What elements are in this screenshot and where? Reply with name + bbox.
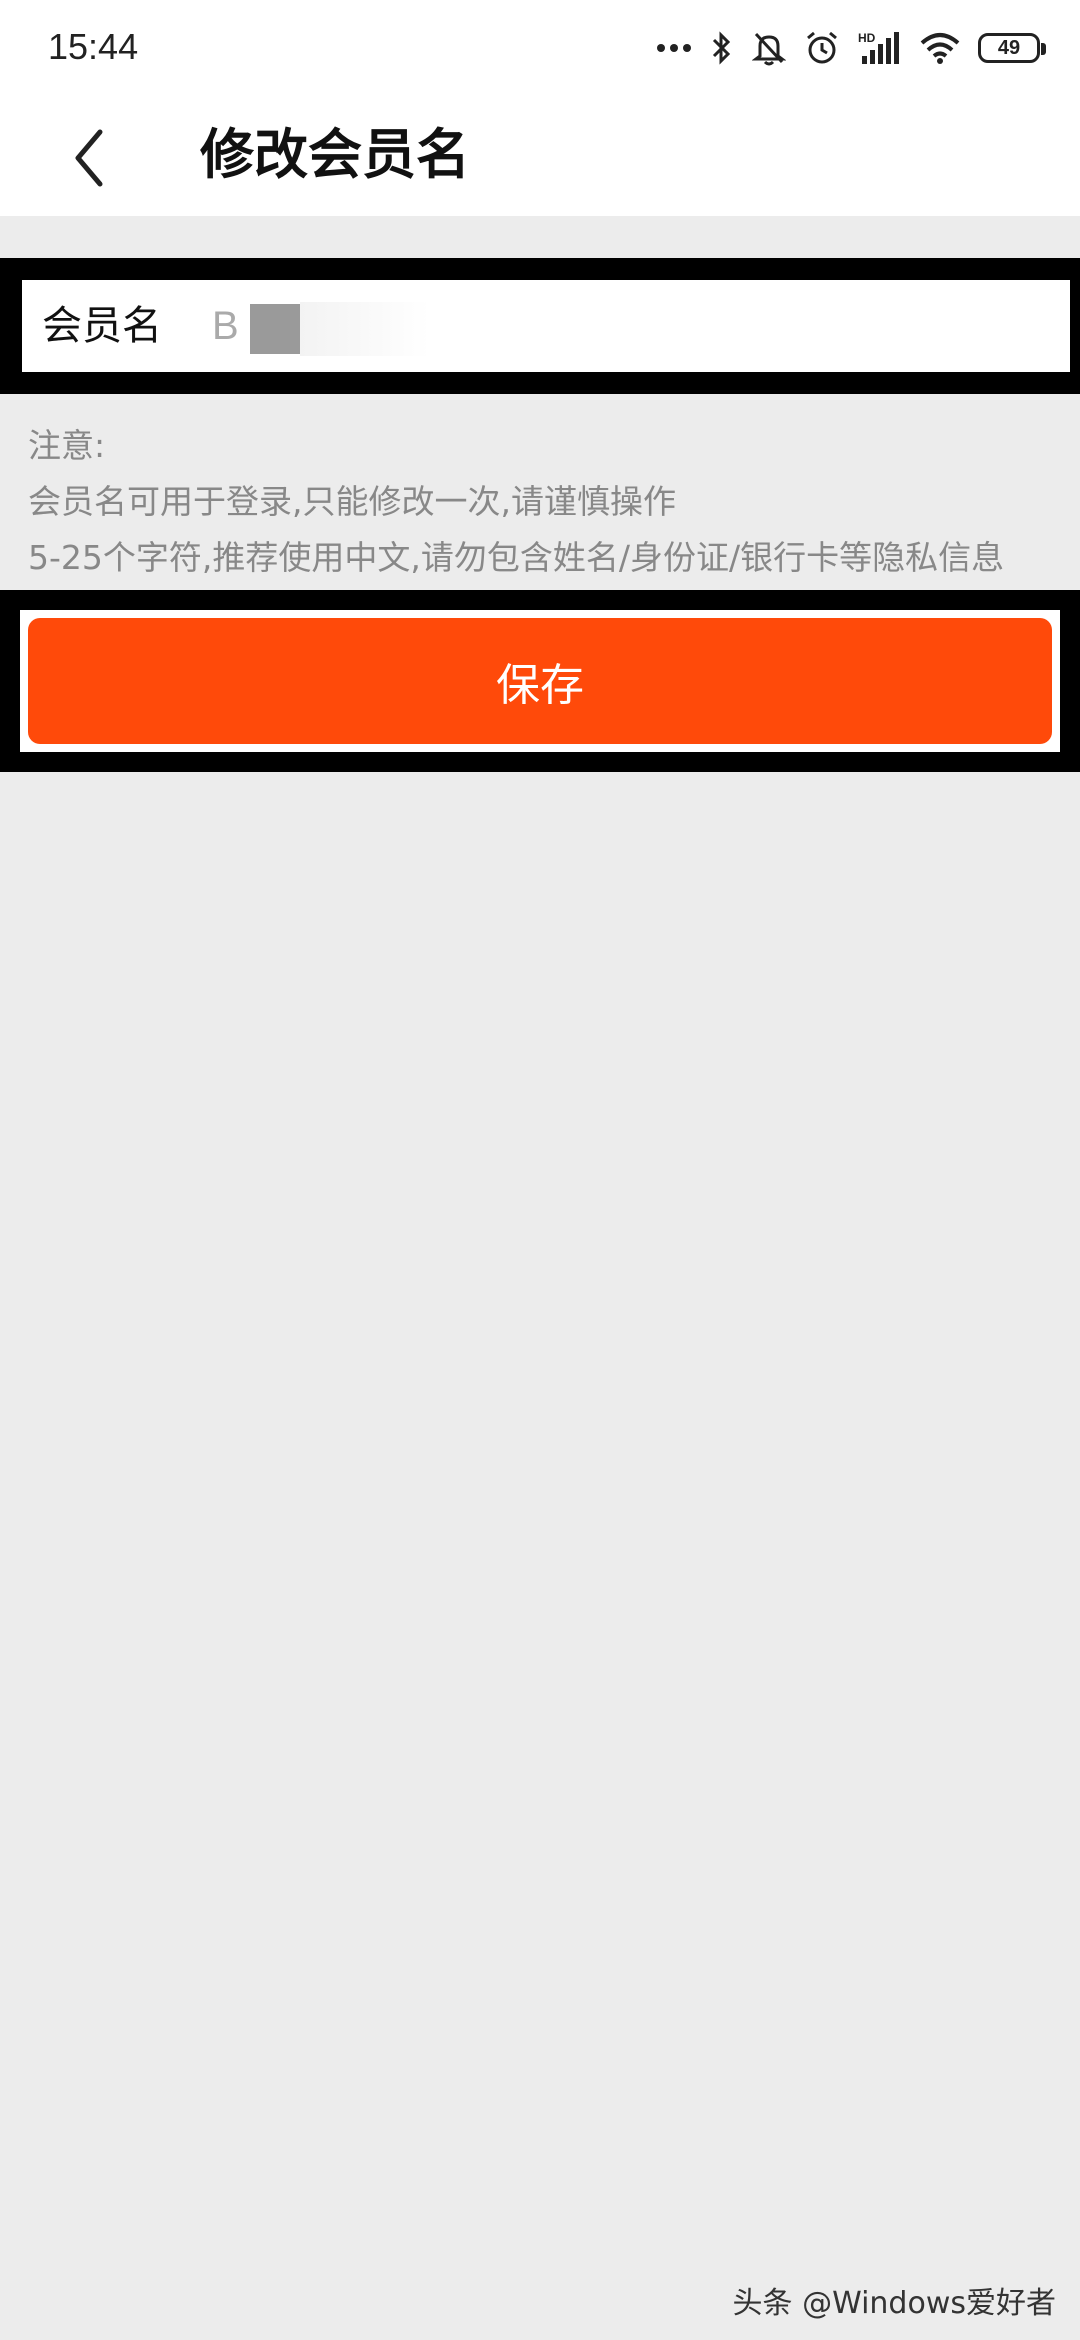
chevron-left-icon — [75, 129, 103, 187]
notes-line-1: 会员名可用于登录,只能修改一次,请谨慎操作 — [28, 482, 676, 521]
save-container: 保存 — [20, 610, 1060, 752]
save-frame: 保存 — [0, 590, 1080, 772]
bluetooth-icon — [710, 30, 734, 66]
status-bar: 15:44 HD 49 — [0, 0, 1080, 96]
notes-title: 注意: — [28, 426, 106, 465]
status-icons: HD 49 — [656, 26, 1046, 70]
status-time: 15:44 — [48, 26, 139, 67]
page-title: 修改会员名 — [200, 123, 470, 186]
redacted-area-faded — [300, 302, 430, 356]
redacted-area — [250, 304, 300, 354]
notes: 注意: 会员名可用于登录,只能修改一次,请谨慎操作 5-25个字符,推荐使用中文… — [28, 418, 1058, 586]
hd-signal-icon: HD — [858, 30, 902, 66]
alarm-icon — [804, 30, 840, 66]
back-button[interactable] — [50, 118, 130, 198]
more-dots-icon — [656, 42, 692, 54]
svg-text:HD: HD — [858, 31, 876, 45]
member-name-label: 会员名 — [42, 303, 162, 349]
header: 修改会员名 — [0, 96, 1080, 216]
member-name-frame: 会员名 — [0, 258, 1080, 394]
member-name-row: 会员名 — [22, 280, 1070, 372]
wifi-icon — [920, 31, 960, 65]
battery-icon: 49 — [978, 33, 1046, 63]
save-button[interactable]: 保存 — [28, 618, 1052, 744]
watermark: 头条 @Windows爱好者 — [732, 2286, 1056, 2321]
bell-off-icon — [752, 30, 786, 66]
notes-line-2: 5-25个字符,推荐使用中文,请勿包含姓名/身份证/银行卡等隐私信息 — [28, 538, 1005, 577]
